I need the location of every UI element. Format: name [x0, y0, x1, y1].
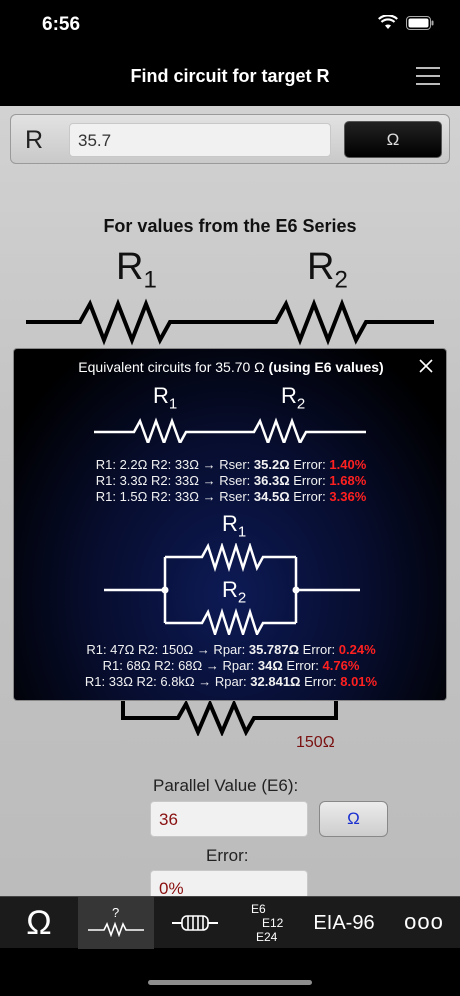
series-result-3: R1: 1.5Ω R2: 33Ω → Rser: 34.5Ω Error: 3.…: [95, 489, 367, 504]
resistance-label: R: [25, 126, 44, 154]
tab-resistor-color[interactable]: [154, 897, 234, 949]
popup-series-diagram: [94, 417, 366, 443]
bg-r1-label: R1: [116, 246, 157, 294]
bottom-resistor-diagram: [121, 696, 338, 736]
bg-r2-label: R2: [307, 246, 348, 294]
tab-ohm[interactable]: Ω: [0, 897, 78, 949]
parallel-value-field[interactable]: 36: [150, 801, 308, 837]
tab-more[interactable]: ooo: [388, 897, 460, 949]
popup-series-r2-label: R2: [281, 383, 306, 413]
parallel-result-3: R1: 33Ω R2: 6.8kΩ → Rpar: 32.841Ω Error:…: [84, 674, 378, 689]
popup-series-r1-label: R1: [153, 383, 178, 413]
error-field: 0%: [150, 870, 308, 896]
tab-e-series[interactable]: E6 E12 E24: [234, 897, 300, 949]
more-icon: ooo: [404, 909, 444, 934]
home-indicator: [148, 980, 312, 985]
tab-bar: Ω ? E6 E12 E24 EIA-96 ooo: [0, 896, 460, 949]
bottom-resistor-value: 150Ω: [296, 734, 335, 751]
navigation-bar: Find circuit for target R: [0, 48, 460, 106]
unit-button[interactable]: Ω: [344, 121, 442, 158]
parallel-value-label: Parallel Value (E6):: [153, 776, 299, 795]
ohm-icon: Ω: [26, 904, 52, 942]
series-result-2: R1: 3.3Ω R2: 33Ω → Rser: 36.3Ω Error: 1.…: [95, 473, 367, 488]
popup-parallel-diagram: [104, 543, 360, 635]
page-title: Find circuit for target R: [130, 66, 330, 86]
wifi-icon: [378, 15, 398, 29]
tab-find-circuit[interactable]: ?: [78, 897, 154, 949]
battery-icon: [406, 15, 434, 30]
parallel-result-1: R1: 47Ω R2: 150Ω → Rpar: 35.787Ω Error: …: [86, 642, 376, 657]
resistance-input-bar: R 35.7 Ω: [10, 114, 450, 164]
parallel-unit-button[interactable]: Ω: [319, 801, 388, 837]
series-title: For values from the E6 Series: [103, 216, 357, 236]
close-icon[interactable]: [418, 358, 434, 374]
parallel-result-2: R1: 68Ω R2: 68Ω → Rpar: 34Ω Error: 4.76%: [102, 658, 360, 673]
resistor-question-icon: [88, 921, 144, 937]
question-mark-label: ?: [112, 905, 120, 920]
hamburger-menu-icon[interactable]: [416, 66, 440, 86]
popup-title: Equivalent circuits for 35.70 Ω (using E…: [78, 359, 384, 375]
popup-parallel-r1-label: R1: [222, 511, 247, 541]
status-time: 6:56: [42, 14, 81, 35]
status-bar: 6:56: [0, 0, 460, 48]
series-resistor-diagram: [26, 298, 434, 346]
resistance-input[interactable]: 35.7: [69, 123, 331, 157]
equivalent-circuits-popup: Equivalent circuits for 35.70 Ω (using E…: [13, 348, 447, 701]
series-result-1: R1: 2.2Ω R2: 33Ω → Rser: 35.2Ω Error: 1.…: [95, 457, 367, 472]
error-label: Error:: [206, 846, 249, 865]
tab-eia-96[interactable]: EIA-96: [300, 897, 388, 949]
resistor-component-icon: [172, 915, 218, 931]
